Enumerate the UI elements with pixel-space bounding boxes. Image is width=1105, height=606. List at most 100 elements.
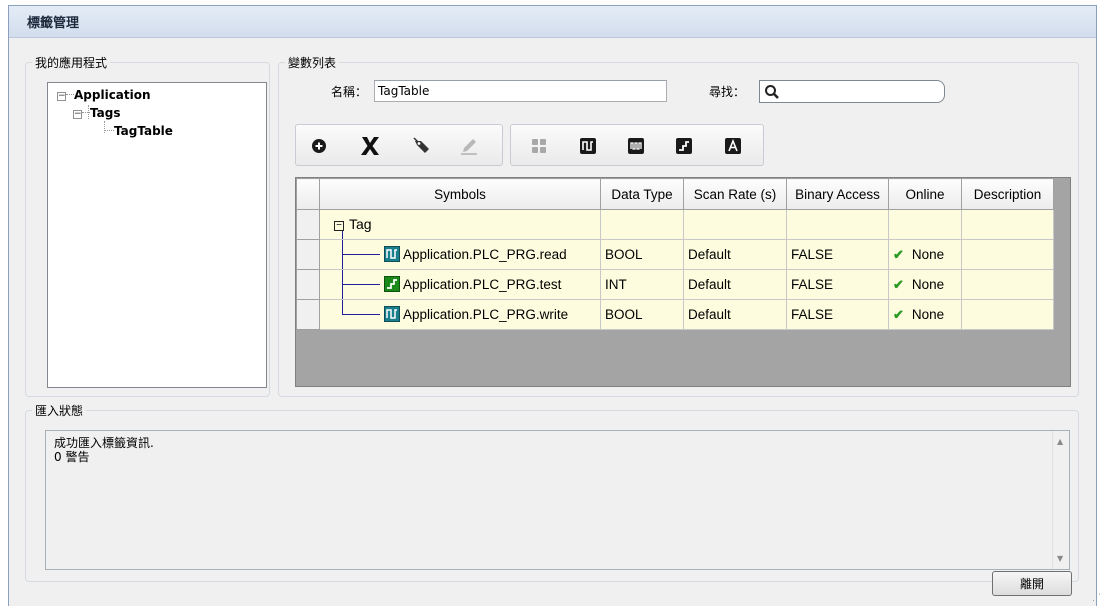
- online-cell[interactable]: ✔ None: [888, 269, 962, 300]
- import-status-textarea[interactable]: 成功匯入標籤資訊. 0 警告 ▲ ▼: [45, 430, 1070, 570]
- collapse-icon[interactable]: −: [73, 110, 82, 119]
- title-bar: 標籤管理: [9, 6, 1096, 38]
- add-circle-icon: [312, 139, 326, 153]
- tag-table: Symbols Data Type Scan Rate (s) Binary A…: [296, 178, 1054, 330]
- data-type-cell[interactable]: INT: [600, 269, 684, 300]
- wave-signal-icon: [628, 138, 644, 154]
- binary-access-cell[interactable]: FALSE: [786, 269, 889, 300]
- all-types-button[interactable]: [526, 133, 552, 159]
- tree-node-label: TagTable: [114, 124, 173, 138]
- my-applications-group: 我的應用程式 − Application − Tags TagTable: [25, 54, 270, 397]
- grid-tiles-icon: [532, 139, 546, 153]
- status-text: 成功匯入標籤資訊. 0 警告: [54, 436, 154, 464]
- variable-list-label: 變數列表: [285, 54, 340, 71]
- column-header-online[interactable]: Online: [888, 178, 962, 210]
- online-value: None: [911, 276, 945, 292]
- symbol-name: Application.PLC_PRG.test: [403, 277, 562, 292]
- search-icon: [765, 85, 779, 99]
- check-icon: ✔: [893, 246, 904, 262]
- string-type-button[interactable]: [720, 133, 746, 159]
- description-cell[interactable]: [961, 299, 1054, 330]
- name-input[interactable]: [374, 80, 667, 102]
- status-line: 成功匯入標籤資訊.: [54, 436, 154, 450]
- word-type-button[interactable]: [623, 133, 649, 159]
- scan-rate-cell[interactable]: Default: [683, 239, 787, 270]
- name-label: 名稱：: [331, 85, 368, 99]
- tree-node-label: Application: [74, 88, 151, 102]
- description-cell[interactable]: [961, 269, 1054, 300]
- online-cell[interactable]: ✔ None: [888, 239, 962, 270]
- online-value: None: [911, 246, 945, 262]
- column-header-binary-access[interactable]: Binary Access: [786, 178, 889, 210]
- scroll-up-icon[interactable]: ▲: [1057, 437, 1063, 446]
- edit-toolbar: [295, 124, 503, 166]
- collapse-icon[interactable]: −: [334, 221, 344, 231]
- table-header-row: Symbols Data Type Scan Rate (s) Binary A…: [296, 178, 1054, 210]
- table-row[interactable]: Application.PLC_PRG.test INT Default FAL…: [296, 269, 1054, 300]
- scroll-down-icon[interactable]: ▼: [1057, 554, 1063, 563]
- table-row[interactable]: Application.PLC_PRG.read BOOL Default FA…: [296, 239, 1054, 270]
- row-header[interactable]: [296, 239, 320, 270]
- tree-node-tagtable[interactable]: TagTable: [104, 124, 173, 138]
- pulse-bool-icon: [580, 138, 596, 154]
- status-line: 0 警告: [54, 450, 90, 464]
- group-label: Tag: [349, 216, 372, 232]
- table-row[interactable]: Application.PLC_PRG.write BOOL Default F…: [296, 299, 1054, 330]
- table-row-group[interactable]: − Tag: [296, 209, 1054, 240]
- text-a-icon: [725, 138, 741, 154]
- column-header-data-type[interactable]: Data Type: [600, 178, 684, 210]
- scan-rate-cell[interactable]: Default: [683, 269, 787, 300]
- tag-grid[interactable]: Symbols Data Type Scan Rate (s) Binary A…: [295, 177, 1071, 387]
- data-type-cell[interactable]: BOOL: [600, 299, 684, 330]
- check-icon: ✔: [893, 306, 904, 322]
- column-header-description[interactable]: Description: [961, 178, 1054, 210]
- search-label: 尋找：: [709, 85, 746, 99]
- int-tag-icon: [384, 276, 400, 292]
- delete-x-icon: [361, 137, 379, 155]
- symbol-name: Application.PLC_PRG.write: [403, 307, 569, 322]
- bool-tag-icon: [384, 306, 400, 322]
- symbol-cell[interactable]: Application.PLC_PRG.write: [319, 299, 601, 330]
- online-value: None: [911, 306, 945, 322]
- import-status-label: 匯入狀態: [32, 402, 87, 419]
- symbol-name: Application.PLC_PRG.read: [403, 247, 567, 262]
- row-header-corner: [296, 178, 320, 210]
- symbol-cell[interactable]: Application.PLC_PRG.read: [319, 239, 601, 270]
- row-header[interactable]: [296, 209, 320, 240]
- application-tree[interactable]: − Application − Tags TagTable: [47, 82, 267, 388]
- scan-rate-cell[interactable]: Default: [683, 299, 787, 330]
- vertical-scrollbar[interactable]: ▲ ▼: [1052, 431, 1069, 569]
- tag-edit-icon: [413, 137, 429, 153]
- data-type-cell[interactable]: BOOL: [600, 239, 684, 270]
- collapse-icon[interactable]: −: [57, 92, 66, 101]
- column-header-scan-rate[interactable]: Scan Rate (s): [683, 178, 787, 210]
- search-input[interactable]: [759, 80, 945, 103]
- row-header[interactable]: [296, 269, 320, 300]
- bool-tag-icon: [384, 246, 400, 262]
- tree-node-application[interactable]: − Application: [57, 88, 151, 102]
- tag-edit-button[interactable]: [409, 133, 435, 159]
- tree-node-label: Tags: [90, 106, 121, 120]
- symbol-cell[interactable]: Application.PLC_PRG.test: [319, 269, 601, 300]
- online-cell[interactable]: ✔ None: [888, 299, 962, 330]
- add-button[interactable]: [306, 133, 332, 159]
- rename-button[interactable]: [456, 133, 482, 159]
- int-type-button[interactable]: [671, 133, 697, 159]
- delete-button[interactable]: [357, 133, 383, 159]
- binary-access-cell[interactable]: FALSE: [786, 299, 889, 330]
- binary-access-cell[interactable]: FALSE: [786, 239, 889, 270]
- check-icon: ✔: [893, 276, 904, 292]
- column-header-symbols[interactable]: Symbols: [319, 178, 601, 210]
- window-title: 標籤管理: [27, 16, 80, 31]
- step-int-icon: [676, 138, 692, 154]
- row-header[interactable]: [296, 299, 320, 330]
- bool-type-button[interactable]: [575, 133, 601, 159]
- group-cell[interactable]: − Tag: [319, 209, 601, 240]
- resize-grip-icon[interactable]: ⋰: [1092, 593, 1101, 603]
- description-cell[interactable]: [961, 239, 1054, 270]
- close-button[interactable]: 離開: [992, 571, 1072, 596]
- type-toolbar: [510, 124, 764, 166]
- pencil-icon: [461, 139, 477, 155]
- tree-node-tags[interactable]: − Tags: [73, 106, 120, 120]
- my-applications-label: 我的應用程式: [32, 54, 111, 71]
